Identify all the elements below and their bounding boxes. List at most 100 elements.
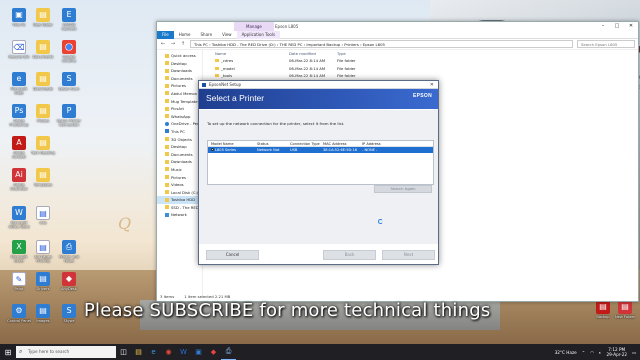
desktop-icon[interactable]: P Epson Printer Connection <box>56 104 82 127</box>
column-name[interactable]: Name <box>205 50 289 57</box>
column-type[interactable]: Type <box>337 50 377 57</box>
ribbon-tab-application-tools[interactable]: Application Tools <box>236 30 281 39</box>
back-button[interactable]: Back <box>323 250 376 260</box>
nav-item[interactable]: Desktop <box>157 60 202 68</box>
nav-item[interactable]: SSD - The RED <box>157 204 202 212</box>
printer-list[interactable]: Model Name Status Connection Type MAC Ad… <box>207 140 434 185</box>
file-row[interactable]: _tools 06-Mar-22 8:14 AM File folder <box>205 72 640 80</box>
ribbon-tab-share[interactable]: Share <box>196 31 218 39</box>
nav-item[interactable]: Documents <box>157 75 202 83</box>
file-row[interactable]: _model 06-Mar-22 8:14 AM File folder <box>205 65 640 73</box>
desktop-icon[interactable]: Ps Adobe Photoshop <box>6 104 32 127</box>
taskbar-app-icon[interactable]: ◫ <box>116 344 131 360</box>
ribbon-tab-view[interactable]: View <box>217 31 237 39</box>
nav-item[interactable]: Videos <box>157 181 202 189</box>
volume-icon[interactable]: 🔈︎ <box>599 350 602 355</box>
nav-item[interactable]: This PC <box>157 128 202 136</box>
file-row[interactable]: _cdres 06-Mar-22 8:14 AM File folder <box>205 57 640 65</box>
back-arrow-icon[interactable]: ← <box>160 41 166 47</box>
ribbon-tab-file[interactable]: File <box>157 30 174 39</box>
desktop-icon[interactable]: ▤ New folder <box>30 8 56 27</box>
desktop-icon[interactable]: ▤ Documents <box>30 40 56 59</box>
desktop-icon[interactable]: ▤ Images <box>30 304 56 323</box>
windows-start-icon[interactable]: ⊞ <box>0 344 16 360</box>
nav-item[interactable]: Desktop <box>157 143 202 151</box>
desktop-icon[interactable]: ▤ 3rd Pages Printing <box>30 240 56 263</box>
col-mac-address[interactable]: MAC Address <box>323 141 362 146</box>
col-status[interactable]: Status <box>257 141 290 146</box>
column-date-modified[interactable]: Date modified <box>289 50 337 57</box>
desktop-icon[interactable]: A Adobe Acrobat <box>6 136 32 159</box>
manage-tab[interactable]: Manage <box>234 22 274 31</box>
desktop-icon[interactable]: ⚙ Control Panel <box>6 304 32 323</box>
radio-icon[interactable] <box>211 148 214 151</box>
nav-item[interactable]: Downloads <box>157 158 202 166</box>
desktop-icon[interactable]: S Epson Scan <box>56 72 82 91</box>
desktop-icon[interactable]: ▣ This PC <box>6 8 32 27</box>
nav-item[interactable]: Network <box>157 211 202 219</box>
network-icon[interactable]: ◠ <box>590 350 594 355</box>
search-again-button[interactable]: Search Again <box>374 185 432 193</box>
desktop-icon[interactable]: S Skype <box>56 304 82 323</box>
search-input[interactable]: Search Epson L805 <box>577 40 635 48</box>
desktop-icon[interactable]: ▤ Templates <box>30 168 56 187</box>
nav-item[interactable]: 3D Objects <box>157 136 202 144</box>
ribbon-tab-home[interactable]: Home <box>174 31 196 39</box>
desktop-icon[interactable]: ▤ Downloads <box>30 72 56 91</box>
taskbar-app-icon[interactable]: ▤ <box>131 344 146 360</box>
clock[interactable]: 7:12 PM 29-Apr-22 <box>606 347 627 357</box>
address-bar[interactable]: This PC › Toshiba HDD - The RED Drive (D… <box>190 40 573 48</box>
desktop-icon[interactable]: X Microsoft Excel <box>6 240 32 263</box>
nav-item[interactable]: Pictures <box>157 174 202 182</box>
minimize-icon[interactable]: – <box>596 22 610 31</box>
epsonnet-setup-dialog[interactable]: EpsonNet Setup ✕ Select a Printer EPSON … <box>198 80 439 265</box>
weather-widget[interactable]: 32°C Haze <box>555 350 577 355</box>
nav-item[interactable]: Local Disk (C:) <box>157 189 202 197</box>
forward-arrow-icon[interactable]: → <box>170 41 176 47</box>
nav-item[interactable]: OneDrive - Person <box>157 120 202 128</box>
taskbar-search-box[interactable]: ⌕ Type here to search <box>16 346 116 358</box>
nav-item[interactable]: WhatsApp <box>157 113 202 121</box>
desktop-icon[interactable]: ◆ AnyDesk <box>56 272 82 291</box>
col-connection-type[interactable]: Connection Type <box>290 141 323 146</box>
nav-item[interactable]: Pictures <box>157 82 202 90</box>
desktop-icon[interactable]: ▤ Info <box>30 206 56 225</box>
desktop-icon[interactable]: ✎ Paint <box>6 272 32 291</box>
close-icon[interactable]: ✕ <box>624 22 638 31</box>
nav-item[interactable]: Documents <box>157 151 202 159</box>
desktop-icon[interactable]: Google Chrome <box>56 40 82 63</box>
dialog-titlebar[interactable]: EpsonNet Setup ✕ <box>199 81 438 89</box>
taskbar-app-icon[interactable]: ⎙ <box>221 344 236 360</box>
desktop-icon[interactable]: ▤ Photos <box>30 104 56 123</box>
taskbar-app-icon[interactable]: W <box>176 344 191 360</box>
nav-item[interactable]: PicsArt <box>157 105 202 113</box>
col-ip-address[interactable]: IP Address <box>362 141 402 146</box>
taskbar-app-icon[interactable]: e <box>146 344 161 360</box>
nav-item[interactable]: Quick access <box>157 52 202 60</box>
up-arrow-icon[interactable]: ↑ <box>180 41 186 47</box>
explorer-titlebar[interactable]: Manage Epson L805 – □ ✕ <box>157 22 638 31</box>
nav-item[interactable]: Mug Template <box>157 98 202 106</box>
desktop-icon[interactable]: ⌫ Recycle Bin <box>6 40 32 59</box>
notification-icon[interactable]: ▭ <box>632 350 636 355</box>
maximize-icon[interactable]: □ <box>610 22 624 31</box>
desktop-icon[interactable]: Ai Adobe Illustrator <box>6 168 32 191</box>
desktop-icon[interactable]: e Microsoft Edge <box>6 72 32 95</box>
desktop-icon[interactable]: E EPSON Connect <box>56 8 82 31</box>
taskbar-app-icon[interactable]: ▣ <box>191 344 206 360</box>
chevron-up-icon[interactable]: ⌃ <box>582 350 586 355</box>
taskbar-app-icon[interactable]: ◉ <box>161 344 176 360</box>
col-model-name[interactable]: Model Name <box>208 141 257 146</box>
cancel-button[interactable]: Cancel <box>206 250 259 260</box>
nav-item[interactable]: Toshiba HDD <box>157 196 202 204</box>
desktop-icon[interactable]: W Microsoft Office Word <box>6 206 32 229</box>
printer-row-selected[interactable]: L805 Series Network Not USB 38:1A:52:6E:… <box>208 147 433 153</box>
next-button[interactable]: Next <box>382 250 435 260</box>
desktop-icon[interactable]: ▤ Drivers <box>30 272 56 291</box>
desktop-icon[interactable]: ▤ New Folder <box>612 300 638 319</box>
nav-item[interactable]: Music <box>157 166 202 174</box>
nav-item[interactable]: Abdul Memon <box>157 90 202 98</box>
close-icon[interactable]: ✕ <box>430 81 434 89</box>
desktop-icon[interactable]: ▤ Tech Reading <box>30 136 56 155</box>
taskbar-app-icon[interactable]: ◆ <box>206 344 221 360</box>
